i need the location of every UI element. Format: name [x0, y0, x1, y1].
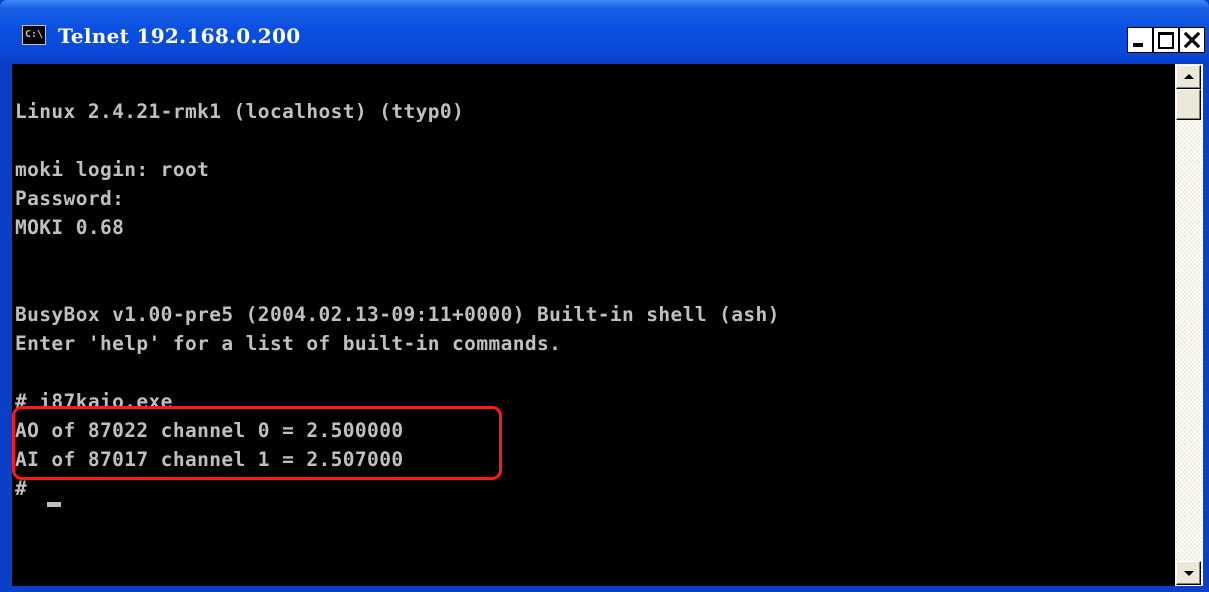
- maximize-button[interactable]: [1153, 27, 1179, 53]
- console-line: BusyBox v1.00-pre5 (2004.02.13-09:11+000…: [15, 303, 780, 326]
- console-icon[interactable]: C:\: [22, 25, 46, 45]
- close-button[interactable]: [1179, 27, 1205, 53]
- title-bar[interactable]: C:\ Telnet 192.168.0.200: [0, 0, 1209, 64]
- close-icon: [1184, 32, 1200, 48]
- console-line: Password:: [15, 187, 125, 210]
- vertical-scrollbar[interactable]: [1175, 64, 1203, 586]
- minimize-button[interactable]: [1127, 27, 1153, 53]
- console-line: Enter 'help' for a list of built-in comm…: [15, 332, 562, 355]
- scrollbar-thumb[interactable]: [1176, 89, 1201, 120]
- text-cursor: [47, 502, 61, 507]
- console-line: Linux 2.4.21-rmk1 (localhost) (ttyp0): [15, 100, 465, 123]
- console-line: MOKI 0.68: [15, 216, 125, 239]
- telnet-window: C:\ Telnet 192.168.0.200 Linux 2.4.21-rm…: [0, 0, 1209, 592]
- console-line: moki login: root: [15, 158, 210, 181]
- arrow-up-icon: [1184, 74, 1194, 79]
- red-highlight-box: [12, 406, 502, 480]
- arrow-down-icon: [1184, 571, 1194, 576]
- window-title: Telnet 192.168.0.200: [58, 24, 301, 48]
- scroll-up-button[interactable]: [1176, 65, 1201, 89]
- console-output-area[interactable]: Linux 2.4.21-rmk1 (localhost) (ttyp0) mo…: [12, 64, 1175, 586]
- scroll-down-button[interactable]: [1176, 561, 1201, 585]
